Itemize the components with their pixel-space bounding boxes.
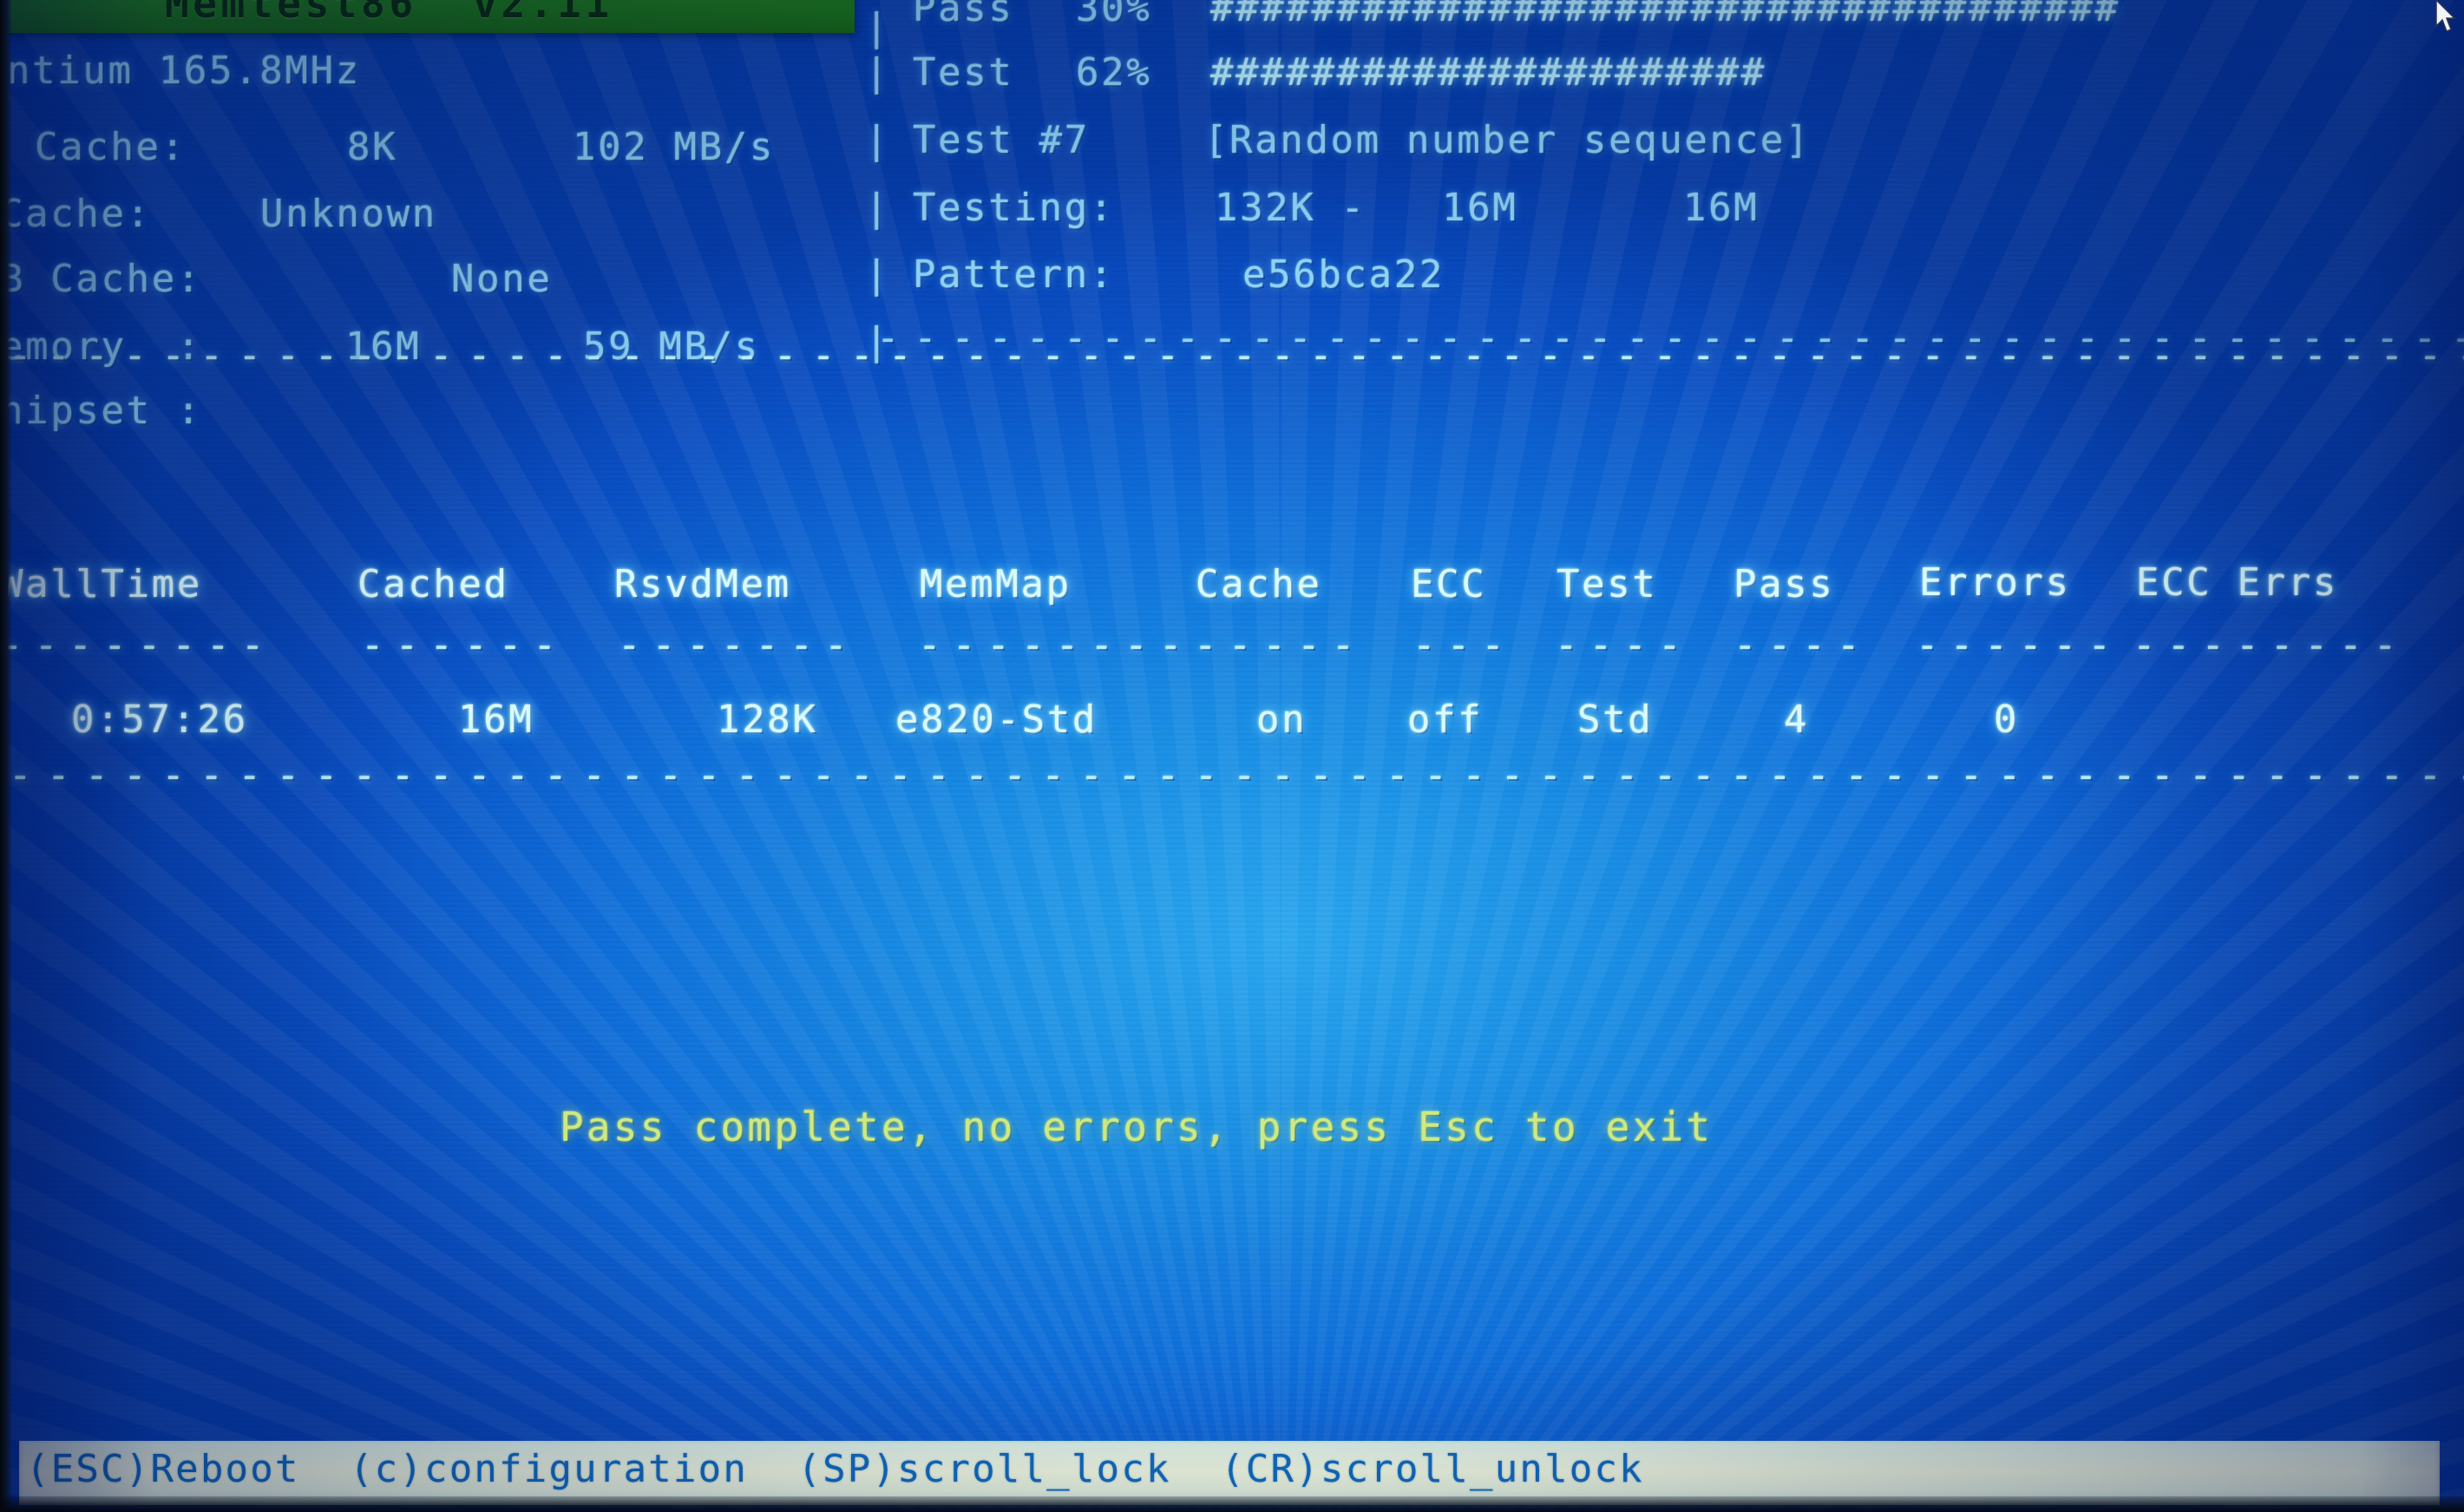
cell-walltime: 0:57:26 bbox=[71, 697, 248, 742]
col-header-walltime: WallTime bbox=[0, 562, 203, 606]
help-bar: (ESC)Reboot (c)configuration (SP)scroll_… bbox=[19, 1441, 2440, 1505]
col-rule-ecc: --- bbox=[1412, 623, 1517, 667]
col-rule-rsvdmem: ------- bbox=[618, 623, 859, 667]
col-rule-errors: ------ bbox=[1916, 623, 2123, 667]
col-rule-memmap: -------- bbox=[918, 623, 1194, 667]
col-rule-cached: ------ bbox=[361, 623, 568, 667]
col-header-ecc-errs: ECC Errs bbox=[2136, 560, 2339, 605]
cell-pass: 4 bbox=[1784, 697, 1810, 742]
col-header-test: Test bbox=[1556, 562, 1658, 606]
col-header-ecc: ECC bbox=[1411, 562, 1487, 606]
col-rule-walltime: -------- bbox=[0, 623, 276, 667]
col-rule-ecc-errs: -------- bbox=[2133, 623, 2408, 667]
cell-errors: 0 bbox=[1994, 697, 2020, 742]
cell-ecc: off bbox=[1407, 697, 1484, 742]
status-message: Pass complete, no errors, press Esc to e… bbox=[560, 1103, 1714, 1150]
memtest-screen: Memtest86 v2.11 ntium 165.8MHz Cache: 8K… bbox=[0, 0, 2464, 1512]
help-bar-text[interactable]: (ESC)Reboot (c)configuration (SP)scroll_… bbox=[26, 1444, 1644, 1495]
cell-memmap: e820-Std bbox=[895, 697, 1098, 742]
col-header-cached: Cached bbox=[357, 562, 509, 606]
col-header-errors: Errors bbox=[1919, 560, 2071, 605]
col-header-cache: Cache bbox=[1196, 562, 1322, 606]
cell-rsvdmem: 128K bbox=[717, 697, 818, 742]
col-rule-test: ---- bbox=[1555, 623, 1693, 667]
col-rule-cache: ----- bbox=[1194, 623, 1366, 667]
cell-cache: on bbox=[1256, 697, 1307, 742]
cell-cached: 16M bbox=[458, 697, 534, 742]
cell-test: Std bbox=[1577, 697, 1654, 742]
col-header-rsvdmem: RsvdMem bbox=[614, 562, 791, 606]
col-header-pass: Pass bbox=[1733, 562, 1835, 606]
results-table: WallTime Cached RsvdMem MemMap Cache ECC… bbox=[0, 0, 2464, 1512]
col-header-memmap: MemMap bbox=[920, 562, 1071, 606]
table-rule-bottom: ----------------------------------------… bbox=[9, 753, 2464, 797]
col-rule-pass: ---- bbox=[1733, 623, 1871, 667]
table-rule-top: ----------------------------------------… bbox=[9, 333, 2464, 377]
